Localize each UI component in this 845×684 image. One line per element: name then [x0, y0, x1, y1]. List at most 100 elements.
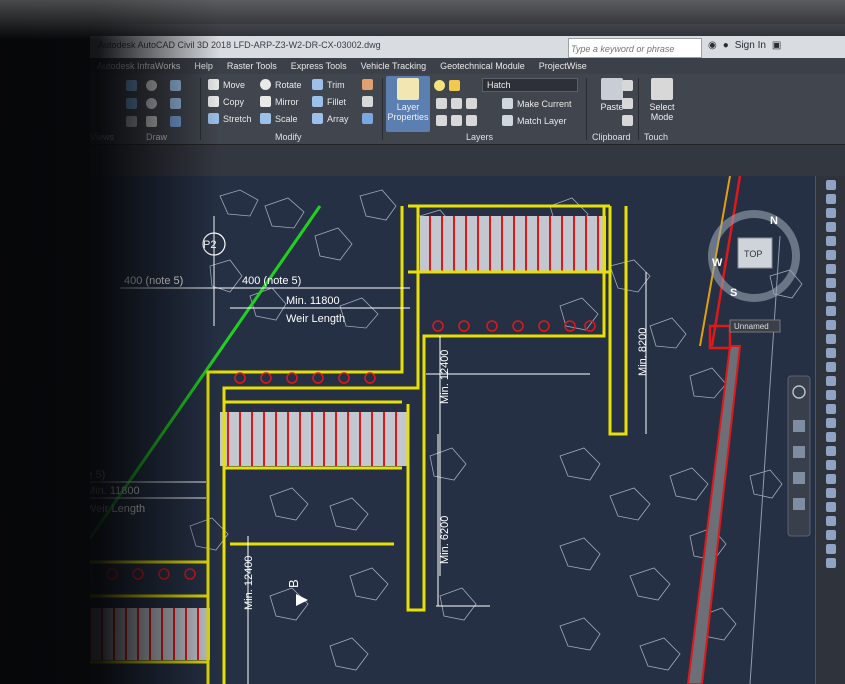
line-tool[interactable] [126, 80, 137, 91]
stretch-button[interactable]: Stretch [208, 113, 252, 124]
copy-button[interactable]: Copy [208, 96, 244, 107]
palette-tool-19-icon[interactable] [826, 432, 836, 442]
select-mode-label: Select Mode [649, 102, 675, 122]
palette-tool-18-icon[interactable] [826, 418, 836, 428]
palette-tool-13-icon[interactable] [826, 348, 836, 358]
palette-tool-11-icon[interactable] [826, 320, 836, 330]
menu-express-tools[interactable]: Express Tools [284, 61, 354, 71]
palette-tool-28-icon[interactable] [826, 558, 836, 568]
menu-vehicle-tracking[interactable]: Vehicle Tracking [354, 61, 434, 71]
palette-tool-4-icon[interactable] [826, 222, 836, 232]
menu-help[interactable]: Help [187, 61, 220, 71]
select-mode-button[interactable]: Select Mode [640, 76, 684, 132]
draw-panel-label[interactable]: Draw [146, 132, 167, 142]
orbit-icon[interactable] [793, 472, 805, 484]
viewcube-face[interactable]: TOP [744, 249, 762, 259]
arc-icon [170, 80, 181, 91]
binoculars-icon[interactable]: ◉ [708, 40, 717, 51]
match-properties-tool[interactable] [622, 115, 633, 126]
showmotion-icon[interactable] [793, 498, 805, 510]
bottom-weir-cell[interactable] [90, 608, 210, 660]
move-button[interactable]: Move [208, 79, 245, 90]
erase-tool[interactable] [362, 79, 373, 90]
palette-tool-2-icon[interactable] [826, 194, 836, 204]
menu-raster-tools[interactable]: Raster Tools [220, 61, 284, 71]
make-current-button[interactable]: Make Current [502, 98, 572, 109]
clipboard-icon [601, 78, 623, 100]
ellipse-tool[interactable] [146, 98, 157, 109]
trim-button[interactable]: Trim [312, 79, 345, 90]
menu-geotechnical-module[interactable]: Geotechnical Module [433, 61, 532, 71]
palette-tool-17-icon[interactable] [826, 404, 836, 414]
drawing-canvas[interactable]: P2 400 (note 5) 400 (note 5) Min. 11800 … [90, 176, 845, 684]
layers-panel-label[interactable]: Layers [466, 132, 493, 142]
palette-tool-27-icon[interactable] [826, 544, 836, 554]
palette-tool-12-icon[interactable] [826, 334, 836, 344]
sign-in-area[interactable]: ◉ ● Sign In ▣ [708, 40, 781, 51]
palette-tool-22-icon[interactable] [826, 474, 836, 484]
palette-tool-20-icon[interactable] [826, 446, 836, 456]
compass-n[interactable]: N [770, 215, 778, 227]
copy-clip-tool[interactable] [622, 98, 633, 109]
search-box[interactable] [568, 38, 702, 58]
rectangle-tool[interactable] [170, 98, 181, 109]
middle-weir-cell[interactable] [220, 412, 408, 466]
wcs-menu[interactable]: Unnamed [734, 322, 769, 331]
palette-tool-9-icon[interactable] [826, 292, 836, 302]
spline-tool[interactable] [170, 116, 181, 127]
palette-tool-24-icon[interactable] [826, 502, 836, 512]
palette-tool-1-icon[interactable] [826, 180, 836, 190]
explode-tool[interactable] [362, 113, 373, 124]
palette-tool-7-icon[interactable] [826, 264, 836, 274]
palette-tool-15-icon[interactable] [826, 376, 836, 386]
compass-s[interactable]: S [730, 287, 737, 299]
search-input[interactable] [569, 41, 701, 57]
mirror-button[interactable]: Mirror [260, 96, 299, 107]
views-panel-label[interactable]: Views [90, 132, 114, 142]
offset-tool[interactable] [362, 96, 373, 107]
layer-properties-button[interactable]: Layer Properties [386, 76, 430, 132]
palette-tool-5-icon[interactable] [826, 236, 836, 246]
pan-icon[interactable] [793, 420, 805, 432]
layer-dropdown[interactable]: Hatch [482, 78, 578, 92]
fillet-icon [312, 96, 323, 107]
ribbon-separator [382, 78, 383, 140]
cut-tool[interactable] [622, 80, 633, 91]
fillet-button[interactable]: Fillet [312, 96, 346, 107]
cart-icon[interactable]: ▣ [772, 40, 781, 51]
sign-in-button[interactable]: Sign In [735, 40, 766, 51]
top-weir-cell[interactable] [420, 216, 606, 272]
modify-panel-label[interactable]: Modify [275, 132, 302, 142]
palette-tool-26-icon[interactable] [826, 530, 836, 540]
tool-palette-strip[interactable] [815, 176, 845, 684]
palette-tool-21-icon[interactable] [826, 460, 836, 470]
palette-tool-23-icon[interactable] [826, 488, 836, 498]
palette-tool-16-icon[interactable] [826, 390, 836, 400]
navigation-bar[interactable] [787, 375, 811, 537]
palette-tool-6-icon[interactable] [826, 250, 836, 260]
palette-tool-14-icon[interactable] [826, 362, 836, 372]
match-layer-button[interactable]: Match Layer [502, 115, 567, 126]
layer-state-icons[interactable] [434, 80, 460, 91]
palette-tool-8-icon[interactable] [826, 278, 836, 288]
layer-tools-row2[interactable] [436, 115, 477, 126]
arc-tool[interactable] [170, 80, 181, 91]
hatch-tool[interactable] [126, 116, 137, 127]
region-tool[interactable] [146, 116, 157, 127]
palette-tool-10-icon[interactable] [826, 306, 836, 316]
scale-button[interactable]: Scale [260, 113, 298, 124]
circle-tool[interactable] [146, 80, 157, 91]
cad-drawing[interactable]: P2 400 (note 5) 400 (note 5) Min. 11800 … [90, 176, 845, 684]
layer-tools-row1[interactable] [436, 98, 477, 109]
make-current-icon [502, 98, 513, 109]
array-button[interactable]: Array [312, 113, 349, 124]
menu-infraworks[interactable]: Autodesk InfraWorks [90, 61, 187, 71]
touch-panel-label: Touch [644, 132, 669, 142]
zoom-icon[interactable] [793, 446, 805, 458]
palette-tool-25-icon[interactable] [826, 516, 836, 526]
rotate-button[interactable]: Rotate [260, 79, 302, 90]
polyline-tool[interactable] [126, 98, 137, 109]
palette-tool-3-icon[interactable] [826, 208, 836, 218]
menu-projectwise[interactable]: ProjectWise [532, 61, 594, 71]
compass-w[interactable]: W [712, 257, 723, 269]
